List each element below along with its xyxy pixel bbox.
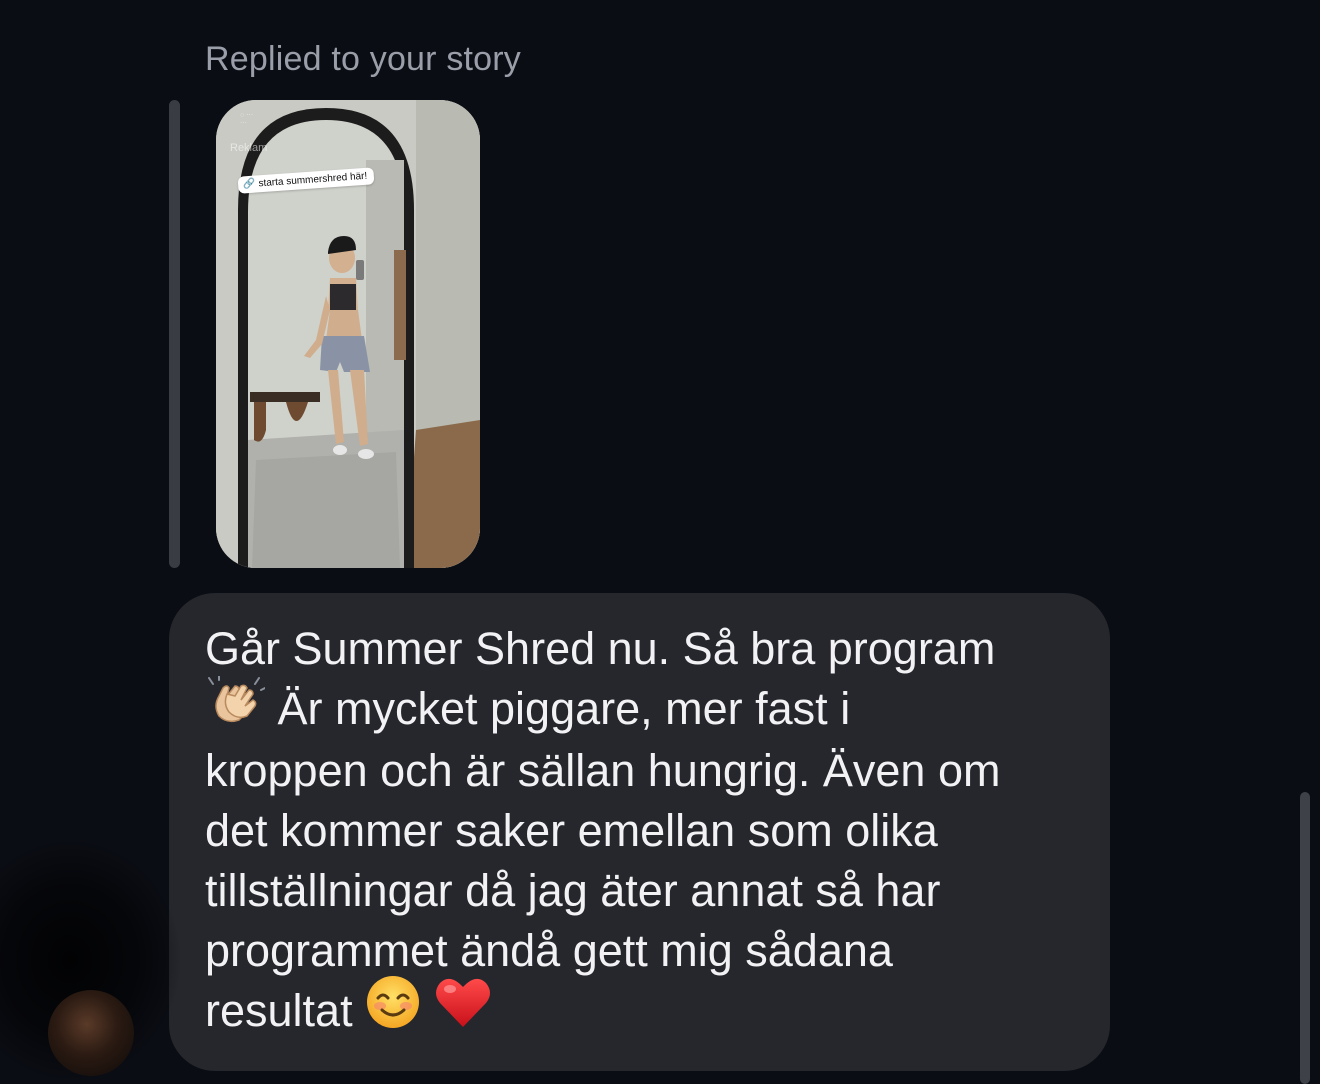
- scrollbar[interactable]: [1300, 792, 1310, 1084]
- message-line-text: Går Summer Shred nu. Så bra program: [205, 623, 996, 674]
- story-thumbnail[interactable]: ○ ⋯ ⋯ Reklam 🔗 starta summershred här!: [216, 100, 480, 568]
- reply-quote-bar: [169, 100, 180, 568]
- message-line: programmet ändå gett mig sådana: [205, 921, 1074, 981]
- red-heart-emoji: [434, 975, 492, 1044]
- message-line: kroppen och är sällan hungrig. Även om: [205, 741, 1074, 801]
- message-line: resultat: [205, 976, 1074, 1046]
- message-line-text: tillställningar då jag äter annat så har: [205, 864, 941, 916]
- message-line: Är mycket piggare, mer fast i: [205, 674, 1074, 741]
- replied-to-story-label: Replied to your story: [205, 40, 522, 78]
- message-line-text: kroppen och är sällan hungrig. Även om: [205, 744, 1001, 796]
- link-icon: 🔗: [242, 178, 256, 191]
- message-text: Går Summer Shred nu. Så bra program Är m…: [205, 619, 1074, 1045]
- message-line: det kommer saker emellan som olika: [205, 801, 1074, 861]
- message-line: tillställningar då jag äter annat så har: [205, 861, 1074, 921]
- chat-thread: Replied to your story ○ ⋯ ⋯ Reklam 🔗 sta…: [0, 0, 1320, 1084]
- clapping-hands-emoji: [205, 674, 266, 741]
- message-line-text: resultat: [205, 984, 353, 1036]
- story-handle-text: ○ ⋯ ⋯: [240, 112, 254, 127]
- smiling-face-emoji: [365, 974, 421, 1045]
- message-line-text: Är mycket piggare, mer fast i: [277, 683, 851, 734]
- message-bubble[interactable]: Går Summer Shred nu. Så bra program Är m…: [169, 593, 1110, 1071]
- message-line-text: det kommer saker emellan som olika: [205, 804, 938, 856]
- message-line-text: programmet ändå gett mig sådana: [205, 924, 893, 976]
- message-line: Går Summer Shred nu. Så bra program: [205, 619, 1074, 679]
- story-ad-label: Reklam: [230, 142, 268, 154]
- sender-avatar[interactable]: [48, 990, 134, 1076]
